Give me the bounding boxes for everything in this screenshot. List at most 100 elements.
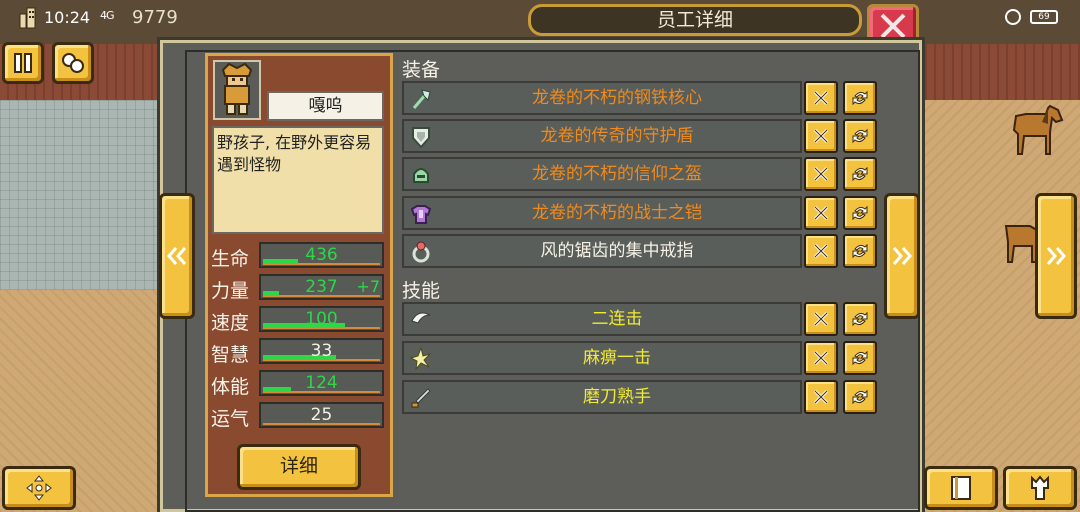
map-next-button[interactable] <box>1035 193 1077 319</box>
signal-strength: 4G <box>100 9 114 22</box>
alarm-icon <box>1005 9 1021 25</box>
remove-skill-button[interactable] <box>804 302 838 336</box>
stat-value: 124 <box>305 373 338 393</box>
equipment-row[interactable]: 龙卷的不朽的战士之铠 <box>402 196 802 230</box>
stat-bar: 436 <box>259 242 384 268</box>
unequip-button[interactable] <box>804 81 838 115</box>
character-button[interactable] <box>1003 466 1077 510</box>
swap-icon <box>852 350 868 366</box>
swap-icon <box>852 166 868 182</box>
stat-value: 33 <box>310 341 333 361</box>
close-icon <box>880 13 906 39</box>
stat-label: 运气 <box>211 408 250 430</box>
x-icon <box>813 90 829 106</box>
stat-bar: 33 <box>259 338 384 364</box>
double-right-arrow-icon <box>1046 247 1066 265</box>
unequip-button[interactable] <box>804 119 838 153</box>
stat-value: 25 <box>310 405 333 425</box>
stat-value: 436 <box>305 245 338 265</box>
remove-skill-button[interactable] <box>804 341 838 375</box>
ring-icon <box>412 241 430 263</box>
unequip-button[interactable] <box>804 234 838 268</box>
swap-icon <box>852 128 868 144</box>
swap-skill-button[interactable] <box>843 380 877 414</box>
building-icon <box>19 7 36 29</box>
stat-label: 生命 <box>211 248 250 270</box>
book-button[interactable] <box>924 466 998 510</box>
swap-skill-button[interactable] <box>843 341 877 375</box>
double-right-arrow-icon <box>892 247 912 265</box>
move-button[interactable] <box>2 466 76 510</box>
roof-tiles-right <box>918 44 1080 100</box>
x-icon <box>813 128 829 144</box>
skill-row[interactable]: 二连击 <box>402 302 802 336</box>
stat-value: 100 <box>305 309 338 329</box>
stat-label: 智慧 <box>211 344 250 366</box>
x-icon <box>813 311 829 327</box>
equipment-name: 龙卷的不朽的战士之铠 <box>532 203 702 223</box>
equipment-name: 龙卷的不朽的信仰之盔 <box>532 164 702 184</box>
previous-employee-button[interactable] <box>159 193 195 319</box>
swap-equipment-button[interactable] <box>843 234 877 268</box>
detail-button[interactable]: 详细 <box>237 444 361 490</box>
swap-icon <box>852 243 868 259</box>
next-employee-button[interactable] <box>884 193 920 319</box>
helmet-icon <box>413 168 429 183</box>
swap-skill-button[interactable] <box>843 302 877 336</box>
status-time: 10:24 <box>44 8 91 27</box>
swap-icon <box>852 90 868 106</box>
x-icon <box>813 205 829 221</box>
money-counter: 9779 <box>132 7 178 28</box>
swap-equipment-button[interactable] <box>843 196 877 230</box>
stat-bar: 124 <box>259 370 384 396</box>
armor-icon <box>410 205 432 224</box>
swap-icon <box>852 205 868 221</box>
swap-icon <box>852 389 868 405</box>
dpad-icon <box>26 475 52 501</box>
swap-equipment-button[interactable] <box>843 119 877 153</box>
equipment-name: 龙卷的传奇的守护盾 <box>540 126 694 146</box>
axe-icon <box>412 89 431 109</box>
items-button[interactable] <box>52 42 94 84</box>
unequip-button[interactable] <box>804 196 838 230</box>
x-icon <box>813 389 829 405</box>
swap-equipment-button[interactable] <box>843 157 877 191</box>
equipment-row[interactable]: 风的锯齿的集中戒指 <box>402 234 802 268</box>
stone-floor <box>0 100 175 290</box>
items-icon <box>62 53 84 73</box>
character-portrait <box>221 62 253 115</box>
pause-icon <box>14 53 32 73</box>
remove-skill-button[interactable] <box>804 380 838 414</box>
skill-name: 磨刀熟手 <box>583 387 651 407</box>
stat-bonus: +7 <box>356 277 380 296</box>
employee-name: 嘎呜 <box>267 91 384 121</box>
battery-indicator: 69 <box>1030 10 1058 24</box>
x-icon <box>813 166 829 182</box>
skill-row[interactable]: 磨刀熟手 <box>402 380 802 414</box>
shield-icon <box>412 127 430 149</box>
skill-name: 麻痹一击 <box>583 348 651 368</box>
swap-equipment-button[interactable] <box>843 81 877 115</box>
unequip-button[interactable] <box>804 157 838 191</box>
employee-description: 野孩子, 在野外更容易遇到怪物 <box>212 126 384 234</box>
skill-name: 二连击 <box>591 309 643 329</box>
stat-label: 体能 <box>211 376 250 398</box>
equipment-row[interactable]: 龙卷的传奇的守护盾 <box>402 119 802 153</box>
equipment-heading: 装备 <box>402 59 441 81</box>
equipment-row[interactable]: 龙卷的不朽的信仰之盔 <box>402 157 802 191</box>
skill-row[interactable]: 麻痹一击 <box>402 341 802 375</box>
skills-heading: 技能 <box>402 280 441 302</box>
equipment-row[interactable]: 龙卷的不朽的钢铁核心 <box>402 81 802 115</box>
dialog-title: 员工详细 <box>528 4 862 36</box>
stat-bar: 100 <box>259 306 384 332</box>
pause-button[interactable] <box>2 42 44 84</box>
x-icon <box>813 243 829 259</box>
stat-label: 力量 <box>211 280 250 302</box>
stat-bar: 237 +7 <box>259 274 384 300</box>
double-left-arrow-icon <box>167 247 187 265</box>
horse-sprite <box>1012 104 1064 155</box>
stat-bar: 25 <box>259 402 384 428</box>
swap-icon <box>852 311 868 327</box>
equipment-name: 风的锯齿的集中戒指 <box>540 241 694 261</box>
x-icon <box>813 350 829 366</box>
